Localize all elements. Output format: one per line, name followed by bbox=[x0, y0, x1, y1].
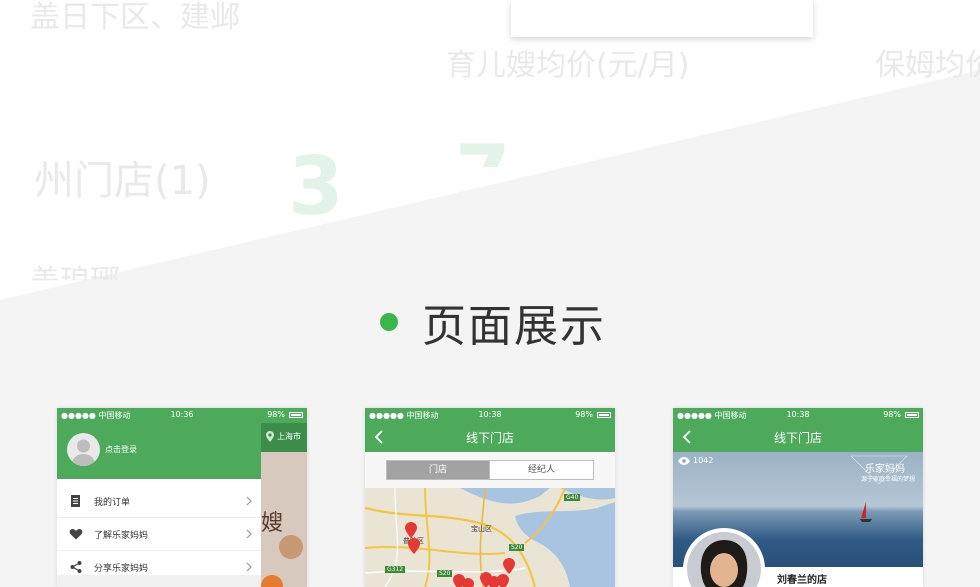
nav-bar: 线下门店 bbox=[365, 423, 615, 452]
nav-title: 线下门店 bbox=[773, 431, 822, 445]
ghost-text-store: 州门店(1) bbox=[34, 158, 211, 204]
road-tag-g312: G312 bbox=[385, 566, 406, 573]
status-bar: ●●●●● 中国移动 10:38 98% bbox=[673, 408, 923, 423]
store-owner-avatar[interactable] bbox=[683, 528, 765, 587]
menu-item-my-orders[interactable]: 我的订单 bbox=[57, 485, 261, 518]
brand-name: 乐家妈妈 bbox=[865, 464, 905, 475]
nav-bar: 线下门店 bbox=[673, 423, 923, 452]
map-pin-icon[interactable] bbox=[462, 578, 474, 587]
city-label: 上海市 bbox=[277, 432, 301, 441]
underlying-orange-badge bbox=[261, 575, 283, 587]
brand-slogan: 源于家庭幸福的梦想 bbox=[860, 476, 915, 483]
drawer-header[interactable]: 点击登录 bbox=[57, 423, 261, 479]
section-header: 页面展示 bbox=[380, 292, 606, 352]
green-dot-icon bbox=[380, 313, 398, 331]
document-icon bbox=[71, 495, 80, 507]
battery-icon bbox=[289, 412, 303, 418]
share-icon bbox=[70, 561, 82, 573]
view-count: 1042 bbox=[693, 456, 714, 465]
phone-screen-menu: ●●●●● 中国移动 10:36 98% 上海市 嫂 点击登录 我的订单 了解乐… bbox=[57, 408, 307, 587]
sailboat-icon bbox=[860, 502, 872, 522]
map-pin-icon[interactable] bbox=[503, 558, 515, 574]
owner-photo bbox=[687, 532, 761, 587]
chevron-right-icon bbox=[246, 496, 252, 506]
nav-title: 线下门店 bbox=[465, 431, 514, 445]
map-pin-icon[interactable] bbox=[405, 522, 417, 538]
battery-label: 98% bbox=[883, 410, 901, 419]
underlying-avatar bbox=[279, 535, 303, 559]
chevron-right-icon bbox=[246, 562, 252, 572]
store-map[interactable]: 宝山区 普陀区 G40 S20 G312 S20 bbox=[365, 488, 615, 587]
top-card bbox=[511, 0, 813, 37]
phone-screen-store-detail: ●●●●● 中国移动 10:38 98% 线下门店 1042 乐家妈妈 源于家庭… bbox=[673, 408, 923, 587]
side-drawer: 点击登录 我的订单 了解乐家妈妈 分享乐家妈妈 bbox=[57, 423, 261, 587]
ghost-text-top-left: 盖日下区、建邺 bbox=[30, 0, 240, 35]
drawer-footer bbox=[57, 575, 261, 587]
road-tag-s20b: S20 bbox=[437, 570, 453, 577]
location-pin-icon bbox=[266, 431, 274, 442]
battery-label: 98% bbox=[575, 410, 593, 419]
segment-bar: 门店 经纪人 bbox=[365, 452, 615, 488]
ghost-number-1: 3 bbox=[288, 140, 344, 233]
underlying-text: 嫂 bbox=[261, 511, 284, 536]
underlying-header: 上海市 bbox=[261, 423, 307, 452]
battery-icon bbox=[905, 412, 919, 418]
phone-screen-store-map: ●●●●● 中国移动 10:38 98% 线下门店 门店 经纪人 宝山区 普陀区… bbox=[365, 408, 615, 587]
ghost-text-right: 保姆均价 bbox=[875, 48, 980, 83]
menu-item-label: 分享乐家妈妈 bbox=[94, 564, 149, 574]
segmented-control: 门店 经纪人 bbox=[386, 460, 594, 480]
chevron-right-icon bbox=[246, 529, 252, 539]
user-placeholder-icon bbox=[71, 439, 96, 466]
road-tag-s20: S20 bbox=[509, 544, 525, 551]
section-title: 页面展示 bbox=[422, 301, 606, 352]
road-tag-g40: G40 bbox=[564, 494, 581, 501]
eye-icon bbox=[678, 457, 690, 465]
store-banner: 1042 乐家妈妈 源于家庭幸福的梦想 刘春兰的店 bbox=[673, 452, 923, 587]
status-bar: ●●●●● 中国移动 10:38 98% bbox=[365, 408, 615, 423]
store-name: 刘春兰的店 bbox=[777, 575, 827, 586]
underlying-page[interactable]: 上海市 嫂 bbox=[261, 423, 307, 587]
battery-icon bbox=[597, 412, 611, 418]
map-pin-icon[interactable] bbox=[497, 574, 509, 587]
menu-item-label: 我的订单 bbox=[94, 498, 131, 508]
tab-agents[interactable]: 经纪人 bbox=[490, 461, 593, 479]
ghost-text-avg-price: 育儿嫂均价(元/月) bbox=[446, 48, 690, 83]
heart-icon bbox=[69, 528, 83, 540]
battery-label: 98% bbox=[267, 410, 285, 419]
map-pin-icon[interactable] bbox=[408, 538, 420, 554]
avatar[interactable] bbox=[67, 433, 100, 466]
login-link[interactable]: 点击登录 bbox=[105, 444, 137, 455]
status-bar: ●●●●● 中国移动 10:36 98% bbox=[57, 408, 307, 423]
tab-stores[interactable]: 门店 bbox=[387, 461, 490, 479]
menu-item-about[interactable]: 了解乐家妈妈 bbox=[57, 518, 261, 551]
map-label-baoshan: 宝山区 bbox=[471, 525, 492, 533]
menu-item-label: 了解乐家妈妈 bbox=[94, 531, 149, 541]
